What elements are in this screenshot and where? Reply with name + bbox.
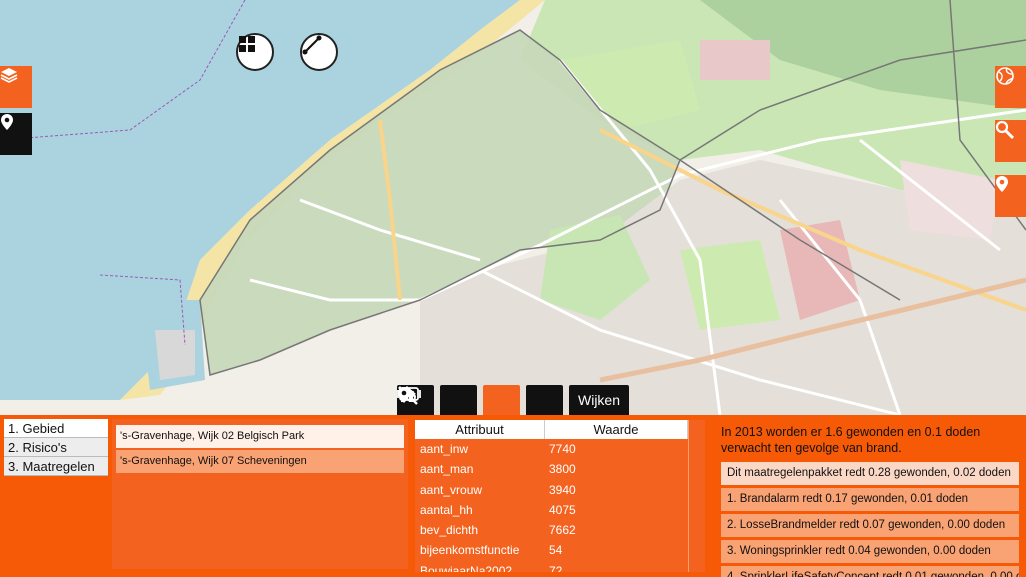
attribute-name: aant_vrouw: [420, 482, 483, 497]
tab-gebied[interactable]: 1. Gebied: [4, 419, 108, 438]
location-pin-icon: [1, 114, 13, 130]
analysis-panel: 1. Gebied 2. Risico's 3. Maatregelen 's-…: [0, 415, 1026, 577]
measure-line-icon: [302, 35, 322, 55]
grid-view-button[interactable]: [236, 33, 274, 71]
tab-maatregelen[interactable]: 3. Maatregelen: [4, 457, 108, 476]
risk-info-panel: In 2013 worden er 1.6 gewonden en 0.1 do…: [717, 420, 1022, 577]
column-header-attribuut[interactable]: Attribuut: [415, 420, 545, 439]
measure-item[interactable]: 1. Brandalarm redt 0.17 gewonden, 0.01 d…: [721, 488, 1019, 511]
attribute-value: 7662: [549, 523, 576, 538]
bottom-toolbar: Wijken: [397, 385, 630, 415]
table-row[interactable]: aant_man 3800: [415, 459, 705, 479]
column-header-waarde[interactable]: Waarde: [545, 420, 688, 439]
measures-list: Dit maatregelenpakket redt 0.28 gewonden…: [721, 462, 1019, 577]
attribute-name: bijeenkomstfunctie: [420, 543, 520, 558]
layers-button[interactable]: [0, 66, 32, 108]
table-row[interactable]: bev_dichth 7662: [415, 520, 705, 540]
measure-item[interactable]: 3. Woningsprinkler redt 0.04 gewonden, 0…: [721, 540, 1019, 563]
risk-summary: In 2013 worden er 1.6 gewonden en 0.1 do…: [721, 425, 981, 455]
attribute-name: aant_inw: [420, 442, 469, 456]
region-item[interactable]: 's-Gravenhage, Wijk 02 Belgisch Park: [116, 425, 404, 448]
table-row[interactable]: aant_vrouw 3940: [415, 480, 705, 500]
location-pin-icon: [398, 387, 410, 403]
table-row[interactable]: aant_inw 7740: [415, 439, 705, 459]
table-scrollbar[interactable]: [688, 420, 705, 572]
attribute-name: bev_dichth: [420, 523, 479, 538]
grid-icon: [239, 36, 255, 52]
attribute-name: BouwjaarNa2002: [420, 563, 513, 572]
region-list: 's-Gravenhage, Wijk 02 Belgisch Park 's-…: [112, 419, 408, 569]
marker-button[interactable]: [398, 385, 563, 415]
attribute-name: aantal_hh: [420, 502, 473, 517]
table-row[interactable]: BouwjaarNa2002 72: [415, 561, 705, 572]
tab-risicos[interactable]: 2. Risico's: [4, 438, 108, 457]
attribute-value: 72: [549, 563, 563, 572]
table-row[interactable]: bijeenkomstfunctie 54: [415, 540, 705, 560]
location-pin-button[interactable]: [0, 113, 32, 155]
attribute-value: 7740: [549, 442, 576, 456]
fire-risk-button[interactable]: [397, 385, 520, 415]
globe-button[interactable]: [995, 66, 1026, 108]
panel-tabs: 1. Gebied 2. Risico's 3. Maatregelen: [4, 419, 108, 476]
tools-button[interactable]: [398, 385, 477, 415]
measure-package-item[interactable]: Dit maatregelenpakket redt 0.28 gewonden…: [721, 462, 1019, 485]
measure-item[interactable]: 2. LosseBrandmelder redt 0.07 gewonden, …: [721, 514, 1019, 537]
attribute-value: 54: [549, 543, 563, 558]
attribute-value: 3800: [549, 462, 576, 477]
search-icon: [995, 120, 1015, 140]
location-pin-icon: [996, 176, 1008, 192]
location-button[interactable]: [995, 175, 1026, 217]
wijken-button[interactable]: Wijken: [569, 385, 630, 415]
attribute-name: aant_man: [420, 462, 474, 477]
attribute-value: 4075: [549, 502, 576, 517]
table-row[interactable]: aantal_hh 4075: [415, 500, 705, 520]
region-item[interactable]: 's-Gravenhage, Wijk 07 Scheveningen: [116, 450, 404, 473]
attribute-table-header: Attribuut Waarde: [415, 420, 705, 439]
attribute-value: 3940: [549, 482, 576, 497]
layers-icon: [0, 68, 18, 83]
measure-item[interactable]: 4. SprinklerLifeSafetyConcept redt 0.01 …: [721, 566, 1019, 577]
attribute-table: Attribuut Waarde aant_inw 7740 aant_man …: [415, 420, 705, 572]
measure-button[interactable]: [300, 33, 338, 71]
globe-icon: [996, 67, 1014, 85]
search-button[interactable]: [995, 120, 1026, 162]
